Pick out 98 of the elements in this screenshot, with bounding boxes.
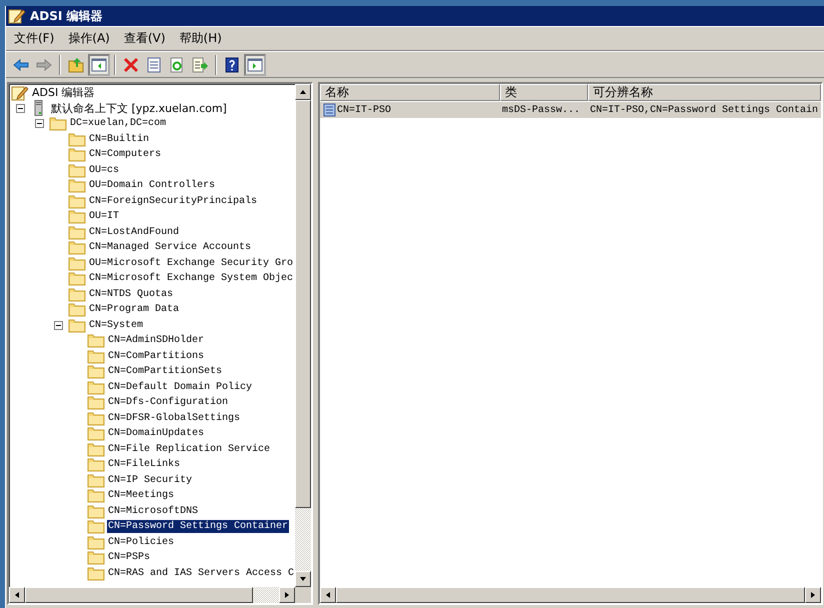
folder-icon: [87, 426, 105, 442]
folder-icon: [87, 457, 105, 472]
folder-icon: [87, 472, 105, 488]
tree-item[interactable]: CN=Managed Service Accounts: [88, 241, 252, 254]
folder-icon: [68, 256, 86, 271]
folder-icon: [68, 302, 86, 318]
pane-toggle-icon: [91, 56, 107, 72]
folder-icon: [68, 271, 86, 286]
tree-item[interactable]: OU=Domain Controllers: [88, 179, 216, 192]
folder-icon: [87, 504, 105, 519]
folder-icon: [68, 162, 86, 178]
notepad-pencil-icon: [8, 8, 26, 24]
pane-toggle-icon: [247, 56, 263, 72]
folder-icon: [87, 380, 105, 395]
menu-item[interactable]: 查看(V): [124, 30, 166, 47]
tree-item[interactable]: CN=MicrosoftDNS: [107, 504, 200, 518]
collapse-icon[interactable]: [54, 320, 63, 330]
tree-item[interactable]: CN=Dfs-Configuration: [107, 396, 230, 410]
folder-icon: [68, 194, 86, 209]
collapse-icon[interactable]: [16, 104, 25, 113]
tree-item[interactable]: ADSI 编辑器: [31, 84, 96, 102]
tree-item[interactable]: CN=NTDS Quotas: [88, 288, 174, 301]
folder-up-icon: [68, 56, 84, 72]
folder-icon: [87, 364, 105, 380]
scroll-arrow-icon: [809, 591, 817, 599]
folder-icon: [87, 410, 105, 426]
folder-icon: [87, 395, 105, 410]
collapse-icon[interactable]: [35, 119, 44, 128]
folder-icon: [68, 132, 86, 147]
scroll-arrow-icon: [13, 591, 21, 599]
tree-item[interactable]: DC=xuelan,DC=com: [69, 117, 168, 130]
tree-item[interactable]: CN=File Replication Service: [107, 442, 272, 456]
folder-icon: [87, 333, 105, 348]
back-arrow-icon: [13, 56, 29, 72]
list-cell-text: CN=IT-PSO,CN=Password Settings Contain: [589, 104, 820, 116]
tree-item[interactable]: OU=Microsoft Exchange Security Gro: [88, 256, 294, 270]
list-cell-text: msDS-Passw...: [501, 104, 582, 116]
tree-item[interactable]: CN=DFSR-GlobalSettings: [107, 412, 242, 425]
column-header[interactable]: 类: [500, 84, 588, 101]
notepad-pencil-icon: [11, 84, 29, 101]
window-title: ADSI 编辑器: [30, 8, 103, 24]
scroll-arrow-icon: [324, 591, 332, 599]
tree-item[interactable]: OU=IT: [88, 210, 120, 224]
tree-item[interactable]: CN=ForeignSecurityPrincipals: [88, 194, 258, 208]
tree-item[interactable]: CN=FileLinks: [107, 458, 182, 472]
export-list-icon: [192, 56, 208, 72]
tree-item[interactable]: CN=Policies: [107, 536, 176, 549]
help-icon: [224, 56, 240, 72]
tree-item[interactable]: CN=RAS and IAS Servers Access C: [106, 566, 295, 580]
scrollbar-corner: [295, 587, 311, 603]
tree-item[interactable]: CN=Password Settings Container: [107, 520, 290, 534]
tree-item[interactable]: CN=Meetings: [107, 489, 176, 502]
tree-item[interactable]: CN=Builtin: [88, 132, 150, 146]
column-header[interactable]: 可分辨名称: [588, 84, 821, 101]
folder-icon: [87, 348, 105, 364]
horizontal-scrollbar[interactable]: [9, 587, 295, 603]
tree-item[interactable]: CN=Microsoft Exchange System Objec: [88, 272, 294, 286]
refresh-icon: [169, 56, 185, 72]
folder-icon: [68, 224, 86, 240]
tree-item[interactable]: CN=Computers: [88, 148, 162, 162]
folder-icon: [87, 550, 105, 566]
tree-item[interactable]: CN=LostAndFound: [88, 226, 180, 239]
folder-icon: [87, 519, 105, 534]
folder-icon: [49, 116, 67, 132]
scroll-arrow-icon: [299, 88, 307, 96]
horizontal-scrollbar[interactable]: [320, 587, 821, 603]
folder-icon: [87, 534, 105, 550]
tree-item[interactable]: CN=IP Security: [107, 474, 194, 487]
folder-icon: [68, 147, 86, 162]
list-cell: CN=IT-PSO: [320, 103, 500, 117]
folder-icon: [68, 286, 86, 302]
tree-item[interactable]: CN=ComPartitions: [107, 350, 206, 363]
folder-icon: [68, 178, 86, 194]
notebook-icon: [322, 103, 336, 117]
folder-icon: [68, 209, 86, 224]
folder-icon: [68, 318, 86, 333]
folder-icon: [87, 566, 105, 581]
list-row[interactable]: CN=IT-PSO msDS-Passw... CN=IT-PSO,CN=Password Settings Contain: [320, 102, 821, 118]
tree-item[interactable]: CN=PSPs: [107, 551, 152, 564]
tree-item[interactable]: CN=ComPartitionSets: [107, 365, 224, 378]
column-header[interactable]: 名称: [320, 84, 500, 101]
folder-icon: [68, 240, 86, 256]
tree-item[interactable]: 默认命名上下文 [ypz.xuelan.com]: [50, 100, 228, 117]
tree-item[interactable]: CN=System: [88, 318, 144, 332]
properties-icon: [146, 56, 162, 72]
menu-item[interactable]: 操作(A): [68, 30, 110, 47]
folder-icon: [87, 488, 105, 504]
delete-icon: [123, 56, 139, 72]
menu-item[interactable]: 文件(F): [14, 30, 54, 47]
tree-item[interactable]: CN=Program Data: [88, 303, 180, 316]
tree-item[interactable]: CN=Default Domain Policy: [107, 380, 254, 394]
tree-item[interactable]: OU=cs: [88, 164, 120, 177]
vertical-scrollbar[interactable]: [295, 84, 311, 587]
menu-item[interactable]: 帮助(H): [179, 30, 222, 47]
forward-arrow-icon: [36, 56, 52, 72]
tree-item[interactable]: CN=AdminSDHolder: [107, 334, 206, 348]
tree-item[interactable]: CN=DomainUpdates: [107, 427, 206, 440]
folder-icon: [87, 442, 105, 457]
